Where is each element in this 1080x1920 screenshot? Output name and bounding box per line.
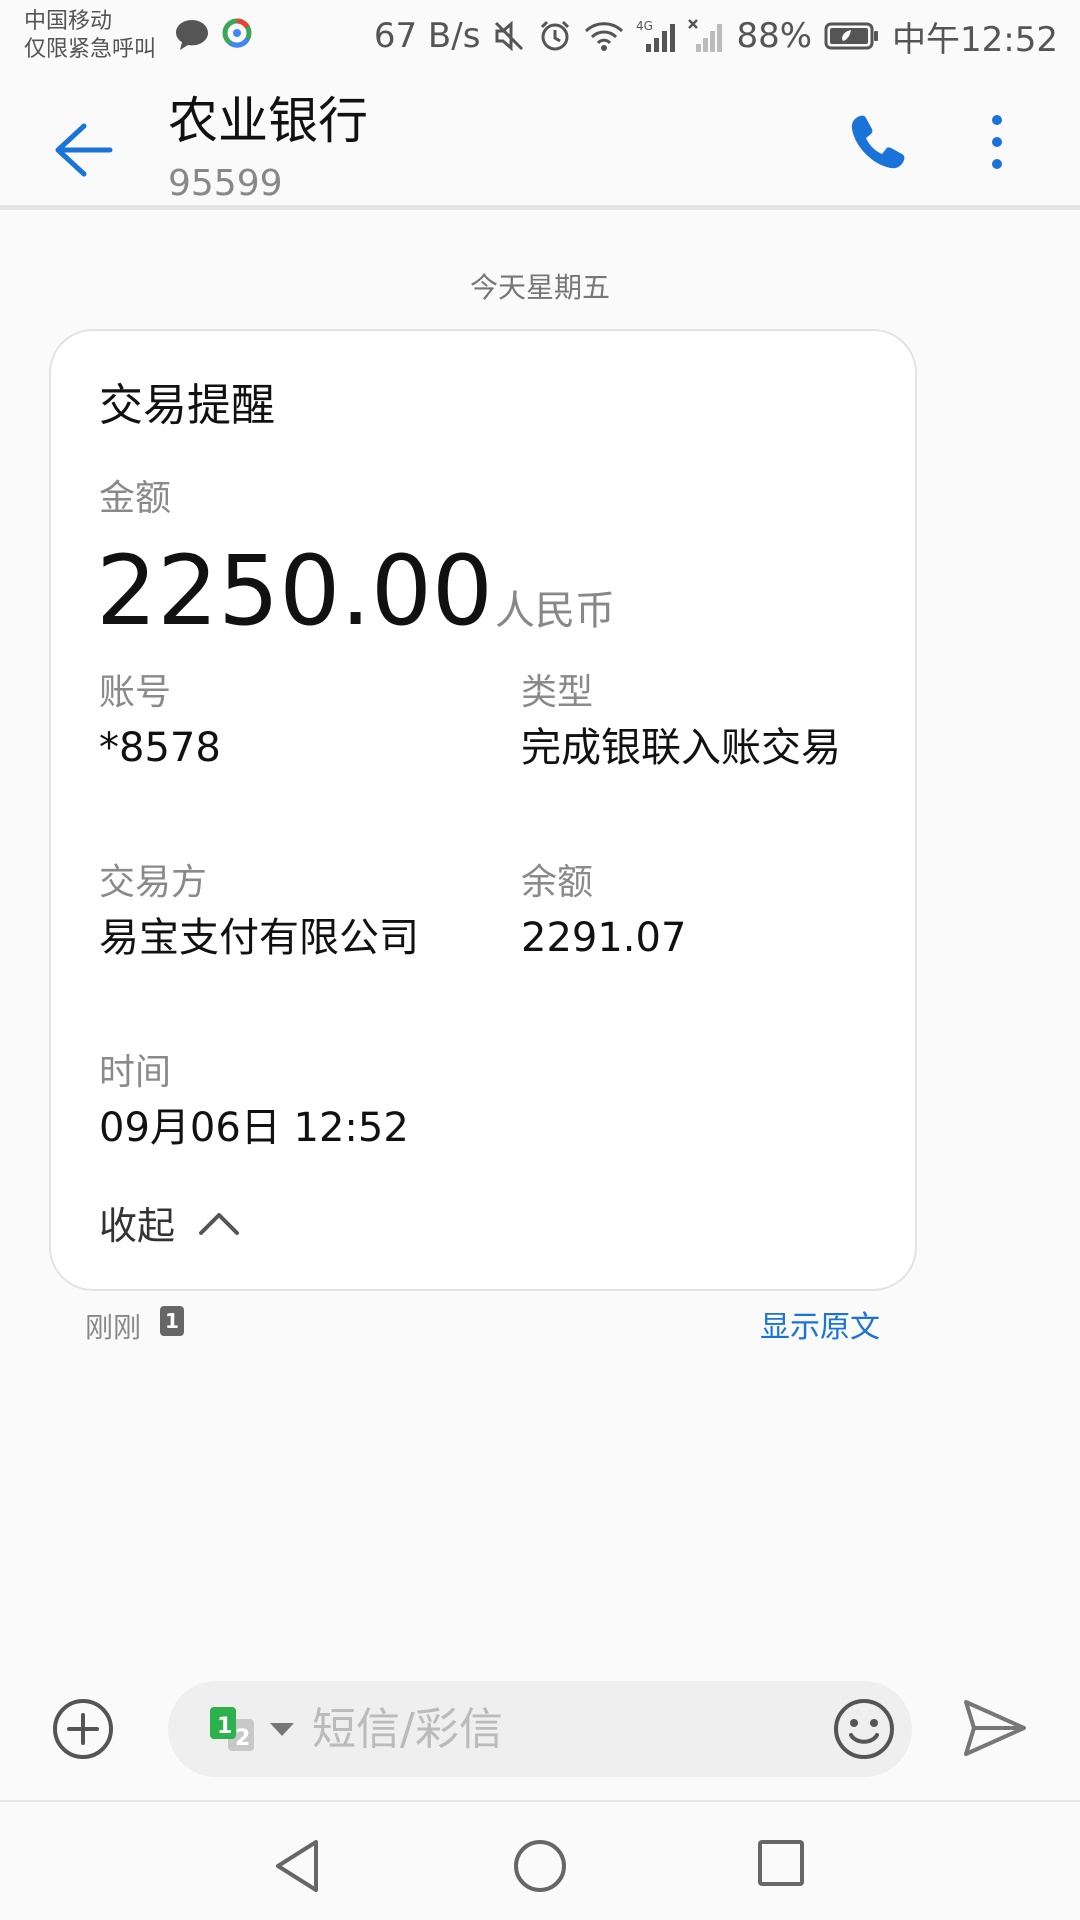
signal-none-icon xyxy=(688,18,724,54)
circle-home-icon xyxy=(514,1840,566,1892)
square-recents-icon xyxy=(758,1840,804,1886)
send-icon xyxy=(964,1700,1026,1756)
signal-4g-icon: 4G xyxy=(636,18,676,54)
balance-value: 2291.07 xyxy=(521,915,687,961)
nav-home-button[interactable] xyxy=(510,1836,570,1896)
carrier-name: 中国移动 xyxy=(24,9,113,34)
message-input[interactable] xyxy=(312,1699,812,1759)
dropdown-caret-icon xyxy=(270,1723,294,1736)
collapse-button[interactable]: 收起 xyxy=(99,1195,241,1250)
sms-conversation-screen: 中国移动 仅限紧急呼叫 67 B/s 4G 88% 中午12:52 农业银行 9… xyxy=(0,0,1080,1920)
add-attachment-button[interactable] xyxy=(52,1698,114,1760)
contact-number: 95599 xyxy=(168,163,283,204)
mute-icon xyxy=(492,19,526,53)
show-original-link[interactable]: 显示原文 xyxy=(760,1302,880,1346)
date-divider: 今天星期五 xyxy=(469,271,610,304)
nav-recents-button[interactable] xyxy=(756,1838,806,1888)
more-vert-icon xyxy=(992,115,1002,169)
chevron-up-icon xyxy=(199,1212,240,1235)
more-options-button[interactable] xyxy=(982,110,1012,180)
system-navigation-bar xyxy=(0,1800,1080,1920)
type-label: 类型 xyxy=(521,672,594,713)
emoji-button[interactable] xyxy=(832,1697,896,1761)
time-label: 时间 xyxy=(99,1052,172,1093)
wifi-icon xyxy=(584,20,624,52)
smiley-icon xyxy=(834,1699,894,1759)
dual-sim-icon: 2 1 xyxy=(210,1707,294,1751)
sim-secondary-number: 2 xyxy=(235,1726,250,1751)
battery-percent: 88% xyxy=(736,16,813,56)
back-button[interactable] xyxy=(48,112,118,182)
type-value: 完成银联入账交易 xyxy=(521,725,841,771)
collapse-label: 收起 xyxy=(99,1204,176,1248)
sim-badge: 1 xyxy=(160,1306,184,1336)
amount-label: 金额 xyxy=(99,478,172,519)
call-button[interactable] xyxy=(846,112,912,178)
battery-icon xyxy=(824,21,880,51)
transaction-card[interactable]: 交易提醒 金额 2250.00人民币 账号 *8578 类型 完成银联入账交易 … xyxy=(49,329,917,1291)
arrow-left-icon xyxy=(55,123,113,177)
amount-value: 2250.00 xyxy=(96,535,493,647)
status-time: 中午12:52 xyxy=(892,19,1058,60)
status-right: 67 B/s 4G 88% 中午12:52 xyxy=(374,10,1058,62)
balance-label: 余额 xyxy=(521,862,594,903)
currency-label: 人民币 xyxy=(494,588,615,634)
card-title: 交易提醒 xyxy=(99,380,275,431)
amount-row: 2250.00人民币 xyxy=(96,531,615,651)
status-bar: 中国移动 仅限紧急呼叫 67 B/s 4G 88% 中午12:52 xyxy=(0,0,1080,72)
alarm-icon xyxy=(538,19,572,53)
svg-text:4G: 4G xyxy=(636,19,653,33)
counterparty-label: 交易方 xyxy=(99,862,208,903)
contact-name: 农业银行 xyxy=(168,92,368,150)
browser-icon xyxy=(222,18,252,52)
account-value: *8578 xyxy=(99,725,221,771)
phone-icon xyxy=(851,115,905,169)
counterparty-value: 易宝支付有限公司 xyxy=(99,915,419,961)
account-label: 账号 xyxy=(99,672,172,713)
net-speed: 67 B/s xyxy=(373,16,481,56)
chat-icon xyxy=(174,18,210,56)
carrier-note: 仅限紧急呼叫 xyxy=(24,37,157,62)
message-time: 刚刚 xyxy=(85,1311,142,1344)
sim-primary-number: 1 xyxy=(217,1714,232,1739)
compose-bar: 2 1 xyxy=(168,1681,912,1777)
conversation-header: 农业银行 95599 xyxy=(0,72,1080,210)
triangle-back-icon xyxy=(276,1840,318,1892)
send-button[interactable] xyxy=(962,1698,1028,1758)
plus-circle-icon xyxy=(53,1699,113,1759)
time-value: 09月06日 12:52 xyxy=(99,1105,409,1151)
nav-back-button[interactable] xyxy=(272,1838,324,1894)
carrier-info: 中国移动 仅限紧急呼叫 xyxy=(24,8,156,64)
sim-selector[interactable]: 2 1 xyxy=(208,1705,308,1755)
